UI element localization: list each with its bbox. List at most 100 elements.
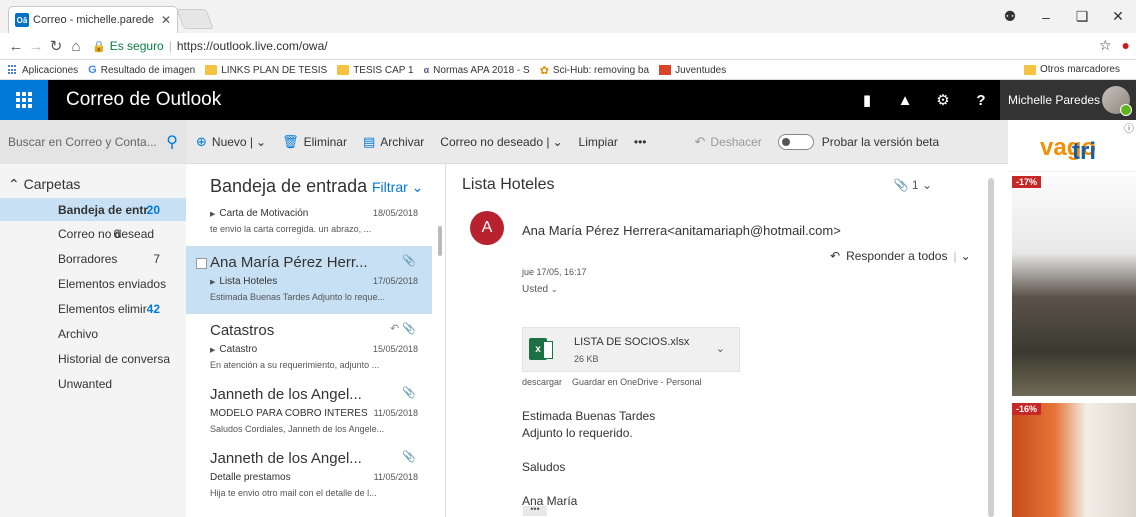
url-text[interactable]: https://outlook.live.com/owa/ — [177, 39, 328, 53]
expand-triangle-icon[interactable]: ▶ — [210, 279, 215, 286]
folder-name: Unwanted — [58, 376, 113, 391]
bookmark-apps[interactable]: Aplicaciones — [8, 65, 78, 76]
folder-sent[interactable]: Elementos enviados — [0, 272, 186, 295]
gear-icon[interactable]: ⚙ — [924, 80, 962, 120]
attachment-card[interactable]: x LISTA DE SOCIOS.xlsx 26 KB ⌄ — [522, 327, 740, 372]
bookmark-star-icon[interactable]: ☆ — [1099, 37, 1112, 54]
help-icon[interactable]: ? — [962, 80, 1000, 120]
delete-button[interactable]: 🗑 Eliminar — [282, 134, 347, 150]
hotel-image[interactable]: -17% — [1012, 176, 1136, 396]
folders-header[interactable]: ⌃ Carpetas — [8, 176, 80, 193]
new-tab-button[interactable] — [176, 9, 214, 29]
folder-count: 42 — [146, 301, 160, 316]
folder-conversation-history[interactable]: Historial de conversa — [0, 347, 186, 370]
folder-deleted[interactable]: Elementos elimir 42 — [0, 297, 186, 320]
browser-tab[interactable]: Oā Correo - michelle.parede ✕ — [8, 6, 178, 33]
sweep-button[interactable]: Limpiar — [579, 135, 618, 149]
address-bar-actions: ☆ ● — [1099, 37, 1130, 54]
chevron-down-icon[interactable]: ⌄ — [256, 135, 266, 149]
chevron-down-icon[interactable]: ⌄ — [552, 135, 562, 149]
chevron-down-icon[interactable]: ⌄ — [716, 342, 725, 355]
folder-drafts[interactable]: Borradores 7 — [0, 247, 186, 270]
folder-name: Correo no desead — [58, 226, 155, 241]
junk-button[interactable]: Correo no deseado | ⌄ — [440, 135, 562, 149]
restore-icon[interactable]: ❏ — [1064, 8, 1100, 25]
expand-triangle-icon[interactable]: ▶ — [210, 211, 215, 218]
recipient[interactable]: Usted ⌄ — [522, 284, 558, 295]
home-icon[interactable]: ⌂ — [66, 38, 86, 55]
attachments-indicator[interactable]: 📎 1 ⌄ — [894, 178, 932, 192]
new-button[interactable]: ⊕ Nuevo | ⌄ — [196, 134, 266, 150]
close-window-icon[interactable]: ✕ — [1100, 8, 1136, 25]
more-label: ••• — [633, 135, 647, 149]
excel-file-icon: x — [529, 338, 553, 360]
folders-title: Carpetas — [23, 176, 81, 192]
user-account-button[interactable]: Michelle Paredes — [1000, 80, 1136, 120]
app-name[interactable]: Correo de Outlook — [66, 89, 221, 111]
message-date: 15/05/2018 — [372, 344, 418, 354]
discount-badge: -16% — [1012, 403, 1042, 415]
skype-chat-icon[interactable]: ▮ — [848, 80, 886, 120]
folder-junk[interactable]: Correo no desead 6 — [0, 222, 186, 245]
bookmark-label: LINKS PLAN DE TESIS — [221, 64, 328, 76]
message-list: Bandeja de entrada Filtrar ⌄ ▶ Carta de M… — [186, 164, 446, 517]
url-box[interactable]: 🔒 Es seguro | https://outlook.live.com/o… — [92, 39, 328, 53]
hotel-image[interactable]: -16% — [1012, 403, 1136, 517]
bookmark-other[interactable]: Otros marcadores — [1023, 64, 1120, 75]
folder-count: 6 — [113, 226, 120, 241]
bookmark-google[interactable]: G Resultado de imagen — [88, 64, 195, 76]
select-checkbox[interactable] — [196, 258, 207, 269]
forward-icon[interactable]: → — [26, 38, 46, 55]
message-sender: Janneth de los Angel... — [210, 450, 362, 467]
list-item[interactable]: Catastros ↶ 📎 ▶ Catastro 15/05/2018 En at… — [186, 314, 432, 382]
show-more-button[interactable]: ••• — [523, 505, 547, 516]
app-launcher-button[interactable] — [0, 80, 48, 120]
junk-label: Correo no deseado | — [440, 135, 550, 149]
undo-button[interactable]: ↶ Deshacer — [695, 134, 762, 150]
message-preview: te envio la carta corregida. un abrazo, … — [210, 224, 372, 234]
reload-icon[interactable]: ↻ — [46, 37, 66, 55]
bookmark-scihub[interactable]: ✿ Sci-Hub: removing ba — [540, 64, 649, 77]
sender-address[interactable]: Ana María Pérez Herrera<anitamariaph@hot… — [522, 223, 841, 238]
chevron-down-icon[interactable]: ⌄ — [961, 249, 971, 263]
folder-name: Borradores — [58, 251, 118, 266]
bookmark-juventudes[interactable]: Juventudes — [659, 65, 726, 76]
minimize-icon[interactable]: – — [1028, 9, 1064, 25]
back-icon[interactable]: ← — [6, 38, 26, 55]
toggle-switch[interactable] — [777, 134, 814, 150]
message-date: 11/05/2018 — [373, 472, 418, 482]
message-preview: Estimada Buenas Tardes Adjunto lo reque.… — [210, 292, 385, 302]
folder-archive[interactable]: Archivo — [0, 322, 186, 345]
list-item[interactable]: Janneth de los Angel... 📎 MODELO PARA CO… — [186, 378, 432, 446]
bookmark-links-plan[interactable]: LINKS PLAN DE TESIS — [205, 65, 327, 76]
save-onedrive-link[interactable]: Guardar en OneDrive - Personal — [572, 377, 702, 387]
folder-inbox[interactable]: Bandeja de entr 20 — [0, 198, 186, 221]
extension-icon[interactable]: ● — [1122, 37, 1130, 54]
email-date: jue 17/05, 16:17 — [522, 267, 587, 277]
search-icon[interactable]: ⚲ — [166, 132, 178, 152]
close-tab-icon[interactable]: ✕ — [161, 13, 171, 27]
list-item[interactable]: ▶ Carta de Motivación 18/05/2018 te envio… — [186, 194, 432, 246]
more-commands-button[interactable]: ••• — [634, 135, 647, 149]
list-item[interactable]: Janneth de los Angel... 📎 Detalle presta… — [186, 442, 432, 510]
profile-icon[interactable]: ⚉ — [992, 8, 1028, 25]
reading-pane-scrollbar[interactable] — [988, 178, 994, 517]
list-item[interactable]: Ana María Pérez Herr... 📎 ▶ Lista Hoteles… — [186, 246, 432, 314]
folder-unwanted[interactable]: Unwanted — [0, 372, 186, 395]
search-input[interactable]: Buscar en Correo y Conta... ⚲ — [0, 120, 186, 164]
bookmark-tesis[interactable]: TESIS CAP 1 — [337, 65, 414, 76]
expand-triangle-icon[interactable]: ▶ — [210, 347, 215, 354]
message-list-scrollbar[interactable] — [438, 226, 442, 256]
separator: | — [953, 249, 957, 263]
archive-button[interactable]: ▤ Archivar — [363, 134, 424, 150]
discount-badge: -17% — [1012, 176, 1042, 188]
bookmark-apa[interactable]: α Normas APA 2018 - S — [424, 65, 530, 76]
sender-avatar: A — [470, 211, 504, 245]
reading-pane: Lista Hoteles 📎 1 ⌄ A Ana María Pérez He… — [446, 164, 1008, 517]
download-link[interactable]: descargar — [522, 377, 562, 387]
reply-all-button[interactable]: ↶ Responder a todos | ⌄ — [830, 249, 971, 263]
beta-toggle[interactable]: Probar la versión beta — [777, 134, 939, 150]
bell-icon[interactable]: ▲ — [886, 80, 924, 120]
trivago-logo[interactable]: tri vago — [1008, 130, 1136, 172]
header-icons: ▮ ▲ ⚙ ? — [848, 80, 1000, 120]
